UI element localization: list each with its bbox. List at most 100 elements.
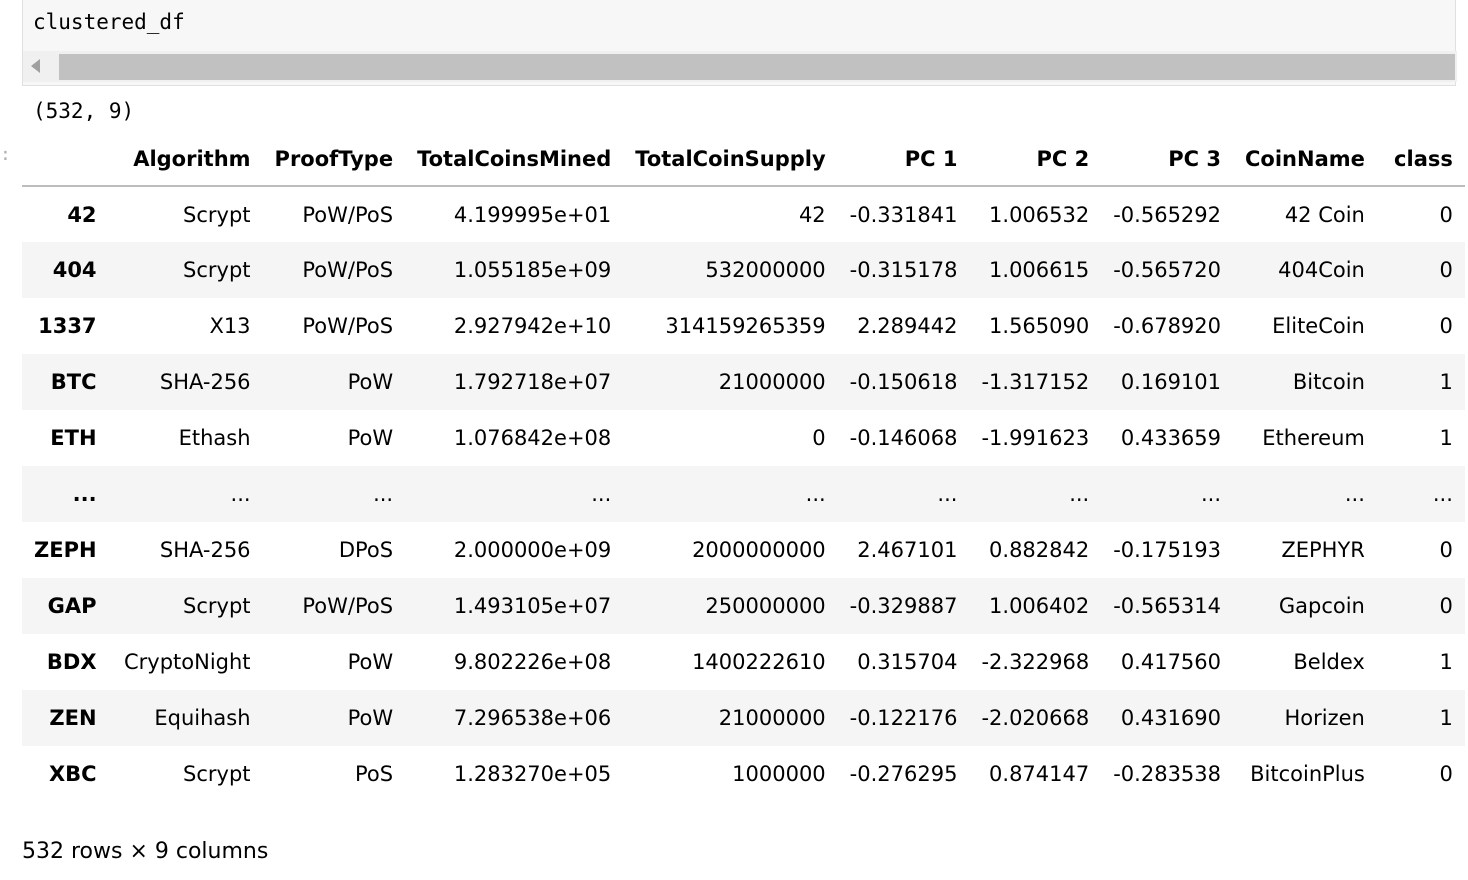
horizontal-scrollbar[interactable] [23, 51, 1457, 82]
table-cell: 2.000000e+09 [453, 538, 612, 562]
table-cell: 2.467101 [857, 538, 958, 562]
column-header: ProofType [262, 132, 406, 187]
table-cell: -0.175193 [1113, 538, 1222, 562]
table-cell: -1.317152 [981, 370, 1090, 394]
table-cell: -0.150618 [849, 370, 958, 394]
table-cell: 1.006402 [989, 594, 1090, 618]
scrollbar-thumb[interactable] [59, 54, 1455, 80]
table-cell: PoS [355, 762, 394, 786]
table-row: 1337 X13 PoW/PoS 2.927942e+10 3141592653… [22, 298, 1465, 354]
row-index: BDX [46, 650, 97, 674]
table-cell: 532000000 [705, 258, 826, 282]
table-cell: -0.329887 [849, 594, 958, 618]
table-cell: 9.802226e+08 [453, 650, 612, 674]
table-cell: ... [1344, 482, 1365, 506]
table-cell: 0.882842 [989, 538, 1090, 562]
column-header: PC 2 [969, 132, 1102, 187]
scroll-left-arrow-icon[interactable] [31, 59, 40, 73]
table-cell: -0.565292 [1113, 202, 1222, 227]
table-cell: 404Coin [1278, 258, 1365, 282]
table-cell: 0 [1439, 258, 1453, 282]
table-cell: 1.006532 [989, 202, 1090, 227]
table-cell: ZEPHYR [1281, 538, 1365, 562]
table-cell: Scrypt [183, 258, 251, 282]
table-cell: CryptoNight [123, 650, 251, 674]
table-cell: Ethereum [1262, 426, 1365, 450]
table-cell: 1 [1439, 706, 1453, 730]
table-row: ZEN Equihash PoW 7.296538e+06 21000000 -… [22, 690, 1465, 746]
row-index: 42 [67, 202, 97, 227]
table-row: GAP Scrypt PoW/PoS 1.493105e+07 25000000… [22, 578, 1465, 634]
table-cell: PoW/PoS [302, 314, 394, 338]
table-cell: 1.055185e+09 [453, 258, 612, 282]
row-index: XBC [48, 762, 97, 786]
table-cell: -0.315178 [849, 258, 958, 282]
table-cell: -0.283538 [1113, 762, 1222, 786]
row-index: ZEPH [34, 538, 97, 562]
table-cell: 1.493105e+07 [453, 594, 612, 618]
table-cell: DPoS [338, 538, 394, 562]
table-cell: 0 [1439, 762, 1453, 786]
table-cell: 21000000 [718, 370, 826, 394]
table-cell: 0 [1439, 538, 1453, 562]
table-cell: 0 [1439, 594, 1453, 618]
table-cell: ... [1432, 482, 1453, 506]
table-cell: Beldex [1293, 650, 1365, 674]
table-cell: 314159265359 [665, 314, 826, 338]
table-cell: 7.296538e+06 [453, 706, 612, 730]
table-cell: Bitcoin [1292, 370, 1365, 394]
table-cell: -0.146068 [849, 426, 958, 450]
table-cell: 1.792718e+07 [453, 370, 612, 394]
table-row: BTC SHA-256 PoW 1.792718e+07 21000000 -0… [22, 354, 1465, 410]
table-row: ZEPH SHA-256 DPoS 2.000000e+09 200000000… [22, 522, 1465, 578]
table-cell: 0.431690 [1120, 706, 1222, 730]
table-cell: ... [1200, 482, 1222, 506]
table-cell: 0 [812, 426, 826, 450]
table-cell: 0.417560 [1120, 650, 1222, 674]
table-cell: -0.331841 [849, 202, 958, 227]
table-cell: PoW [347, 706, 394, 730]
table-cell: Gapcoin [1278, 594, 1365, 618]
table-cell: Scrypt [183, 594, 251, 618]
table-cell: 1.006615 [989, 258, 1090, 282]
table-cell: -0.678920 [1113, 314, 1222, 338]
table-cell: SHA-256 [159, 538, 251, 562]
table-cell: Scrypt [183, 762, 251, 786]
table-cell: ... [937, 482, 958, 506]
column-header: TotalCoinSupply [623, 132, 838, 187]
table-cell: 250000000 [705, 594, 826, 618]
table-cell: 4.199995e+01 [453, 202, 612, 227]
table-cell: 0 [1439, 314, 1453, 338]
table-cell: -2.322968 [981, 650, 1090, 674]
row-index: ETH [50, 426, 97, 450]
row-index: 1337 [38, 314, 97, 338]
table-cell: ... [373, 482, 394, 506]
table-row: 42 Scrypt PoW/PoS 4.199995e+01 42 -0.331… [22, 186, 1465, 242]
table-cell: 1.076842e+08 [453, 426, 612, 450]
shape-output: (532, 9) [33, 99, 135, 123]
table-cell: 0.433659 [1120, 426, 1222, 450]
table-cell: 42 [798, 202, 826, 227]
table-cell: ... [1069, 482, 1090, 506]
column-header: class [1376, 132, 1465, 187]
table-row: BDX CryptoNight PoW 9.802226e+08 1400222… [22, 634, 1465, 690]
table-cell: PoW/PoS [302, 258, 394, 282]
table-cell: 0.315704 [857, 650, 958, 674]
code-text[interactable]: clustered_df [33, 7, 185, 37]
table-cell: 1 [1439, 370, 1453, 394]
table-cell: -1.991623 [981, 426, 1090, 450]
output-prompt-marker: : [0, 144, 11, 165]
column-header: CoinName [1233, 132, 1377, 187]
table-cell: 2000000000 [692, 538, 826, 562]
table-cell: 21000000 [718, 706, 826, 730]
table-cell: 1400222610 [692, 650, 826, 674]
table-row: 404 Scrypt PoW/PoS 1.055185e+09 53200000… [22, 242, 1465, 298]
row-index: BTC [50, 370, 97, 394]
table-cell: 1000000 [732, 762, 826, 786]
column-header: PC 1 [837, 132, 970, 187]
code-cell[interactable]: clustered_df [22, 0, 1457, 86]
table-cell: PoW/PoS [302, 594, 394, 618]
table-cell: Horizen [1284, 706, 1365, 730]
column-header: Algorithm [108, 132, 263, 187]
column-header: PC 3 [1101, 132, 1234, 187]
